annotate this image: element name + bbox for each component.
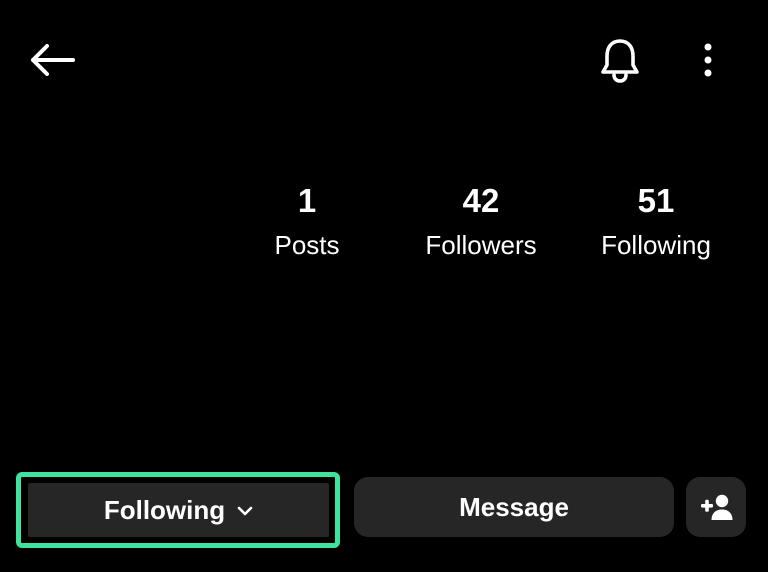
following-count: 51 (637, 182, 675, 219)
notifications-button[interactable] (596, 34, 644, 86)
followers-stat[interactable]: 42 Followers (412, 182, 550, 264)
posts-count: 1 (297, 182, 317, 219)
followers-count: 42 (462, 182, 500, 219)
person-add-icon (701, 494, 733, 520)
profile-screen: 1 Posts 42 Followers 51 Following Follow… (0, 0, 768, 572)
more-vertical-icon (704, 43, 712, 77)
chevron-down-icon (237, 506, 253, 516)
following-button[interactable]: Following (28, 483, 329, 537)
bell-icon (601, 39, 639, 83)
message-button-label: Message (459, 491, 569, 522)
posts-label: Posts (274, 230, 340, 260)
posts-stat[interactable]: 1 Posts (248, 182, 366, 264)
back-button[interactable] (26, 38, 78, 82)
following-label: Following (601, 230, 711, 260)
followers-label: Followers (425, 230, 537, 260)
arrow-left-icon (31, 44, 75, 76)
message-button[interactable]: Message (354, 477, 674, 537)
following-stat[interactable]: 51 Following (588, 182, 724, 264)
add-user-button[interactable] (686, 477, 746, 537)
following-button-label: Following (103, 494, 226, 525)
more-options-button[interactable] (690, 36, 726, 84)
